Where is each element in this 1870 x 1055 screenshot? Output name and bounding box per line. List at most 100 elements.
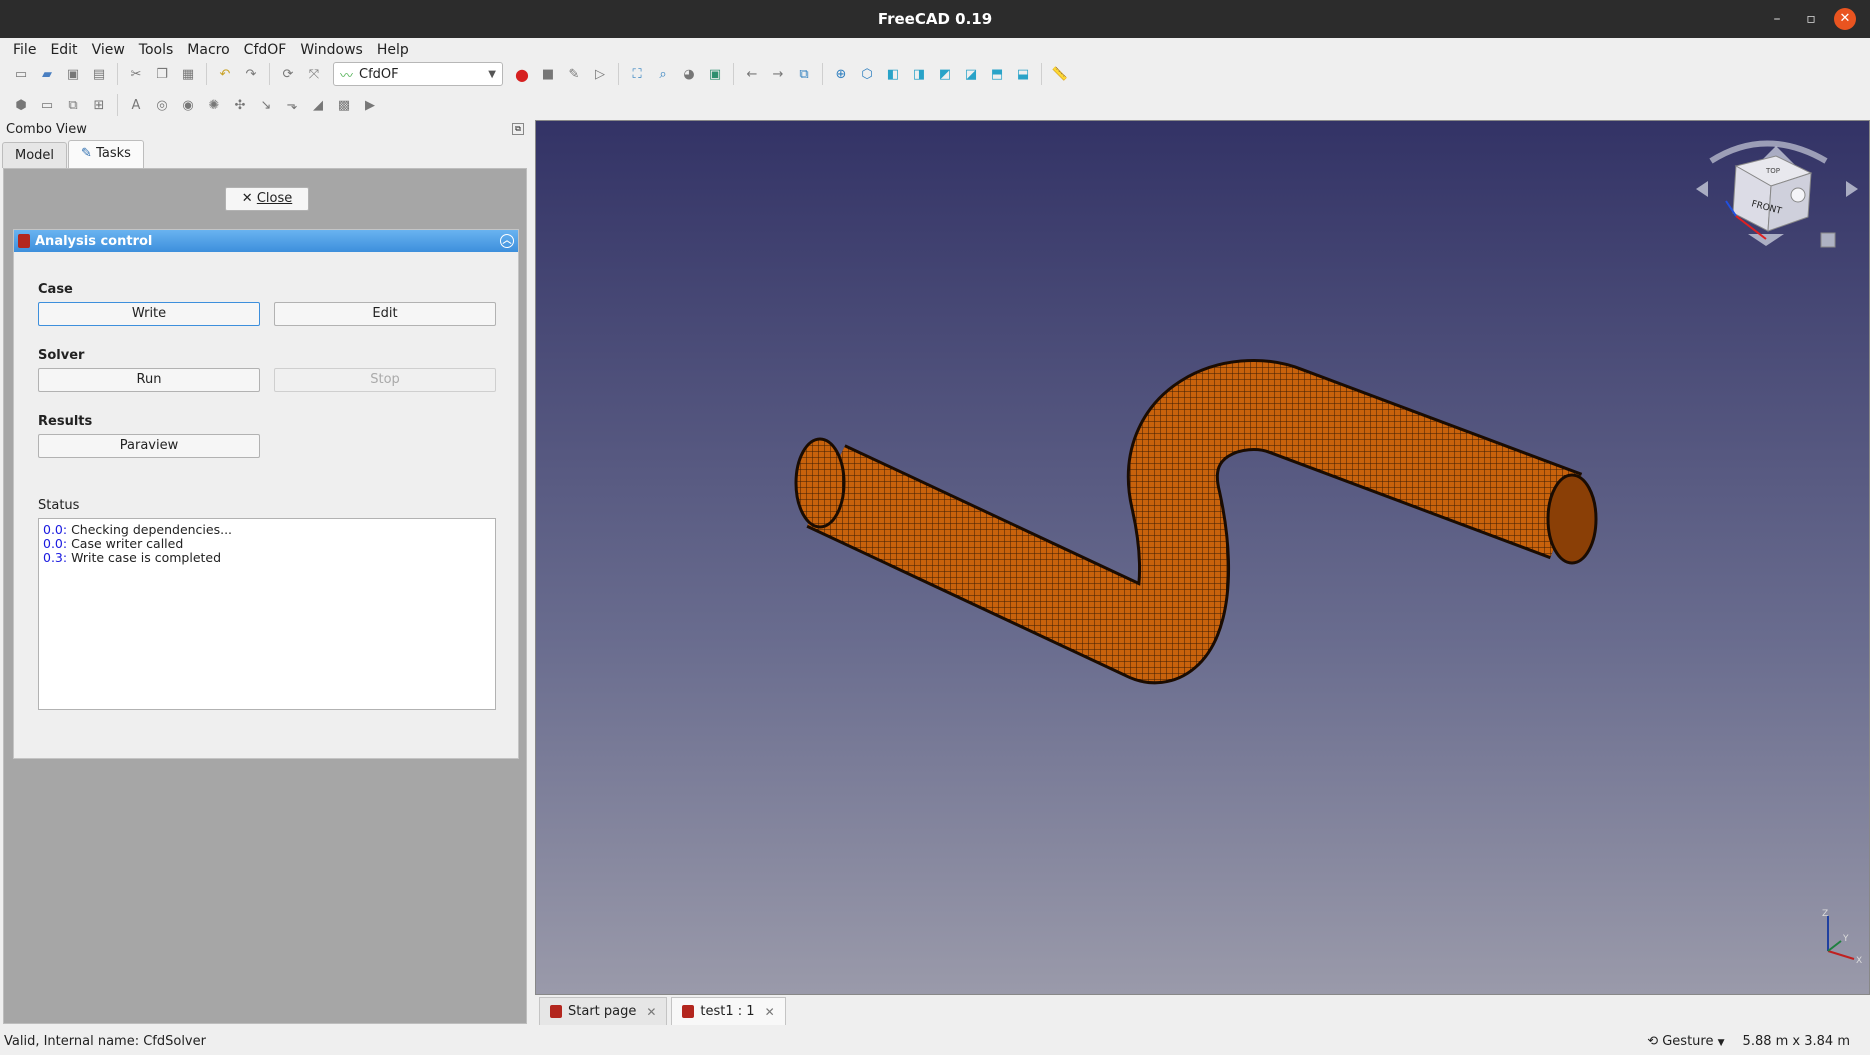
close-window-icon[interactable]: ✕: [1834, 8, 1856, 30]
new-file-icon[interactable]: ▭: [10, 63, 32, 85]
scalar-transport-icon[interactable]: ⬎: [281, 94, 303, 116]
status-time: 0.0:: [43, 522, 68, 537]
navigation-style-label: Gesture: [1662, 1034, 1714, 1049]
status-label: Status: [38, 498, 80, 513]
fluid-properties-icon[interactable]: A: [125, 94, 147, 116]
boundary-icon[interactable]: ◉: [177, 94, 199, 116]
combo-view: Combo View ⧉ Model ✎ Tasks ✕ Close Analy…: [0, 120, 530, 1024]
pipe-mesh-view: FRONT TOP Z Y X: [794, 140, 1862, 966]
close-tab-icon[interactable]: ✕: [765, 1005, 775, 1019]
paraview-button[interactable]: Paraview: [38, 434, 260, 458]
isometric-icon[interactable]: ⬡: [856, 63, 878, 85]
analysis-icon[interactable]: ⬢: [10, 94, 32, 116]
menu-view[interactable]: View: [85, 42, 132, 58]
undo-icon[interactable]: ↶: [214, 63, 236, 85]
status-time: 0.0:: [43, 536, 68, 551]
close-tab-icon[interactable]: ✕: [646, 1005, 656, 1019]
refinement-icon[interactable]: ↘: [255, 94, 277, 116]
status-text: Case writer called: [71, 536, 184, 551]
cut-icon[interactable]: ✂: [125, 63, 147, 85]
paste-icon[interactable]: ▦: [177, 63, 199, 85]
analysis-control-panel: Analysis control ︿ Case Write Edit Solve…: [13, 229, 519, 759]
fit-all-icon[interactable]: ⛶: [626, 63, 648, 85]
collapse-icon[interactable]: ︿: [500, 234, 514, 248]
right-view-icon[interactable]: ◩: [934, 63, 956, 85]
refresh-icon[interactable]: ⟳: [277, 63, 299, 85]
bounding-box-icon[interactable]: ▣: [704, 63, 726, 85]
link-icon[interactable]: ⧉: [793, 63, 815, 85]
folder-icon[interactable]: ▭: [36, 94, 58, 116]
edit-button[interactable]: Edit: [274, 302, 496, 326]
tab-test1[interactable]: test1 : 1 ✕: [671, 997, 786, 1025]
open-icon[interactable]: ⧉: [62, 94, 84, 116]
window-title: FreeCAD 0.19: [877, 10, 993, 28]
copy-icon[interactable]: ❐: [151, 63, 173, 85]
whats-this-icon[interactable]: ⤧: [303, 63, 325, 85]
restore-icon[interactable]: ▫: [1794, 11, 1828, 27]
mesh-icon[interactable]: ⊞: [88, 94, 110, 116]
tab-tasks[interactable]: ✎ Tasks: [68, 140, 144, 168]
workbench-label: CfdOF: [359, 66, 399, 82]
close-task-button[interactable]: ✕ Close: [225, 187, 309, 211]
tab-start-page-label: Start page: [568, 1004, 637, 1019]
run-macro-icon[interactable]: ▷: [589, 63, 611, 85]
menu-file[interactable]: File: [6, 42, 43, 58]
open-file-icon[interactable]: ▰: [36, 63, 58, 85]
save-icon[interactable]: ▣: [62, 63, 84, 85]
run-icon[interactable]: ▶: [359, 94, 381, 116]
pencil-icon: ✎: [81, 146, 92, 161]
status-text: Write case is completed: [71, 550, 222, 565]
menu-help[interactable]: Help: [370, 42, 416, 58]
chevron-down-icon: ▼: [488, 68, 496, 80]
edit-macro-icon[interactable]: ✎: [563, 63, 585, 85]
menu-tools[interactable]: Tools: [132, 42, 181, 58]
run-button[interactable]: Run: [38, 368, 260, 392]
close-icon: ✕: [241, 191, 253, 206]
status-log[interactable]: 0.0: Checking dependencies... 0.0: Case …: [38, 518, 496, 710]
left-view-icon[interactable]: ⬓: [1012, 63, 1034, 85]
menu-macro[interactable]: Macro: [180, 42, 236, 58]
minimize-icon[interactable]: –: [1760, 11, 1794, 27]
record-macro-icon[interactable]: ●: [511, 63, 533, 85]
undock-icon[interactable]: ⧉: [512, 123, 524, 135]
front-view-icon[interactable]: ◧: [882, 63, 904, 85]
stop-button[interactable]: Stop: [274, 368, 496, 392]
window-controls: – ▫ ✕: [1760, 0, 1856, 38]
initialise-icon[interactable]: ◎: [151, 94, 173, 116]
write-button[interactable]: Write: [38, 302, 260, 326]
redo-icon[interactable]: ↷: [240, 63, 262, 85]
menu-cfdof[interactable]: CfdOF: [237, 42, 294, 58]
dynamic-mesh-icon[interactable]: ✣: [229, 94, 251, 116]
menu-windows[interactable]: Windows: [293, 42, 370, 58]
tab-tasks-label: Tasks: [96, 146, 131, 161]
analysis-control-title: Analysis control: [35, 233, 153, 249]
analysis-control-header[interactable]: Analysis control ︿: [14, 230, 518, 252]
workbench-selector[interactable]: 〰 CfdOF ▼: [333, 62, 503, 86]
combo-view-label: Combo View: [6, 122, 87, 137]
forward-icon[interactable]: →: [767, 63, 789, 85]
menu-edit[interactable]: Edit: [43, 42, 84, 58]
title-bar: FreeCAD 0.19: [0, 0, 1870, 38]
stop-macro-icon[interactable]: ■: [537, 63, 559, 85]
3d-viewport[interactable]: FRONT TOP Z Y X: [535, 120, 1870, 995]
rear-view-icon[interactable]: ◪: [960, 63, 982, 85]
bottom-view-icon[interactable]: ⬒: [986, 63, 1008, 85]
tab-start-page[interactable]: Start page ✕: [539, 997, 668, 1025]
back-icon[interactable]: ←: [741, 63, 763, 85]
measure-icon[interactable]: 📏: [1049, 63, 1071, 85]
navigation-style-selector[interactable]: ⟲ Gesture ▼: [1647, 1034, 1724, 1049]
status-line: 0.0: Case writer called: [43, 537, 491, 551]
zoom-icon[interactable]: ⊕: [830, 63, 852, 85]
freecad-logo-icon: [550, 1005, 562, 1018]
save-as-icon[interactable]: ▤: [88, 63, 110, 85]
fit-selection-icon[interactable]: ⌕: [652, 63, 674, 85]
combo-view-title: Combo View ⧉: [0, 120, 530, 140]
report-icon[interactable]: ◢: [307, 94, 329, 116]
axis-z-label: Z: [1822, 909, 1828, 919]
draw-style-icon[interactable]: ◕: [678, 63, 700, 85]
solver-icon[interactable]: ▩: [333, 94, 355, 116]
tab-model[interactable]: Model: [2, 142, 68, 168]
top-view-icon[interactable]: ◨: [908, 63, 930, 85]
navigation-cube[interactable]: FRONT TOP: [1696, 140, 1858, 248]
porous-zone-icon[interactable]: ✺: [203, 94, 225, 116]
